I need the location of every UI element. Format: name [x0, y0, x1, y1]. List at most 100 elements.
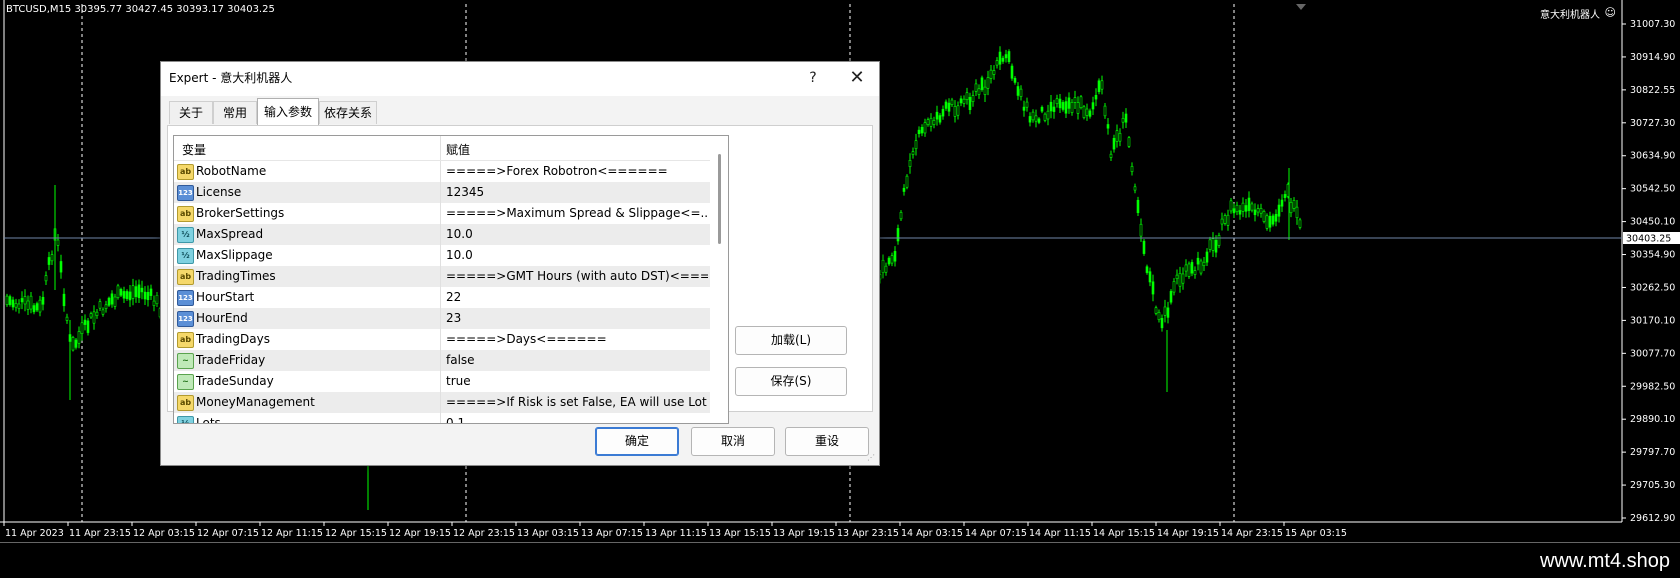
table-row[interactable]: ab BrokerSettings =====>Maximum Spread & S…	[174, 203, 710, 224]
variable-value[interactable]: true	[446, 374, 708, 388]
tab-inputs[interactable]: 输入参数	[257, 98, 319, 125]
ok-button[interactable]: 确定	[595, 427, 679, 456]
integer-type-icon: 123	[177, 185, 194, 201]
string-type-icon: ab	[177, 332, 194, 348]
time-axis-label: 13 Apr 23:15	[837, 528, 899, 539]
string-type-icon: ab	[177, 269, 194, 285]
table-row[interactable]: ~ TradeSunday true	[174, 371, 710, 392]
variable-name: HourEnd	[196, 311, 248, 325]
table-row[interactable]: 123 HourStart 22	[174, 287, 710, 308]
double-type-icon: ½	[177, 248, 194, 264]
table-row[interactable]: ab MoneyManagement =====>If Risk is set Fa…	[174, 392, 710, 413]
table-row[interactable]: ab TradingTimes =====>GMT Hours (with auto…	[174, 266, 710, 287]
variable-name: MaxSpread	[196, 227, 264, 241]
load-button[interactable]: 加载(L)	[735, 326, 847, 355]
time-axis-label: 12 Apr 15:15	[325, 528, 387, 539]
table-row[interactable]: 123 HourEnd 23	[174, 308, 710, 329]
column-header-value[interactable]: 赋值	[446, 141, 470, 158]
price-axis-label: 29890.10	[1630, 414, 1675, 425]
watermark: www.mt4.shop	[1539, 550, 1670, 572]
table-scrollbar[interactable]	[711, 136, 728, 423]
scrollbar-thumb[interactable]	[718, 154, 721, 244]
variable-value[interactable]: 10.0	[446, 227, 708, 241]
column-header-variable[interactable]: 变量	[182, 141, 206, 158]
double-type-icon: ½	[177, 416, 194, 423]
variable-value[interactable]: =====>Maximum Spread & Slippage<=...	[446, 206, 708, 220]
price-axis-label: 29982.50	[1630, 381, 1675, 392]
time-axis-label: 14 Apr 07:15	[965, 528, 1027, 539]
time-axis-label: 13 Apr 03:15	[517, 528, 579, 539]
table-row[interactable]: 123 License 12345	[174, 182, 710, 203]
time-axis-label: 14 Apr 19:15	[1157, 528, 1219, 539]
table-row[interactable]: ab TradingDays =====>Days<======	[174, 329, 710, 350]
price-axis-label: 30727.30	[1630, 118, 1675, 129]
variable-name: TradeFriday	[196, 353, 266, 367]
variable-name: HourStart	[196, 290, 255, 304]
table-row[interactable]: ½ Lots 0.1	[174, 413, 710, 423]
price-axis-label: 30822.55	[1630, 85, 1675, 96]
price-axis-label: 31007.30	[1630, 19, 1675, 30]
time-axis-label: 13 Apr 11:15	[645, 528, 707, 539]
dialog-title: Expert - 意大利机器人	[169, 71, 293, 85]
time-axis-label: 12 Apr 23:15	[453, 528, 515, 539]
variable-value[interactable]: 10.0	[446, 248, 708, 262]
bool-type-icon: ~	[177, 374, 194, 390]
time-axis-label: 14 Apr 11:15	[1029, 528, 1091, 539]
ea-name-label[interactable]: 意大利机器人	[1540, 6, 1600, 21]
cancel-button[interactable]: 取消	[691, 427, 775, 456]
price-axis-label: 29797.70	[1630, 447, 1675, 458]
price-axis-label: 30077.70	[1630, 348, 1675, 359]
price-axis-label: 30634.90	[1630, 151, 1675, 162]
time-axis-label: 13 Apr 15:15	[709, 528, 771, 539]
variable-value[interactable]: 23	[446, 311, 708, 325]
table-row[interactable]: ab RobotName =====>Forex Robotron<======	[174, 161, 710, 182]
variable-value[interactable]: false	[446, 353, 708, 367]
expert-properties-dialog: Expert - 意大利机器人 ? ✕ 关于 常用 输入参数 依存关系 变量 赋…	[160, 61, 880, 466]
dialog-titlebar[interactable]: Expert - 意大利机器人 ? ✕	[161, 62, 879, 96]
tab-common[interactable]: 常用	[213, 101, 257, 124]
variable-name: MoneyManagement	[196, 395, 315, 409]
price-axis-label: 29612.90	[1630, 513, 1675, 524]
help-button[interactable]: ?	[799, 66, 827, 90]
save-button[interactable]: 保存(S)	[735, 367, 847, 396]
price-axis-label: 29705.30	[1630, 480, 1675, 491]
time-axis-label: 12 Apr 03:15	[133, 528, 195, 539]
price-axis-label: 30262.50	[1630, 282, 1675, 293]
variable-value[interactable]: 12345	[446, 185, 708, 199]
time-axis-label: 11 Apr 2023	[5, 528, 64, 539]
time-axis-label: 13 Apr 07:15	[581, 528, 643, 539]
variable-value[interactable]: =====>Forex Robotron<======	[446, 164, 708, 178]
reset-button[interactable]: 重设	[785, 427, 869, 456]
tab-about[interactable]: 关于	[169, 101, 213, 124]
chart-symbol-info: BTCUSD,M15 30395.77 30427.45 30393.17 30…	[6, 4, 275, 15]
tab-dependencies[interactable]: 依存关系	[319, 101, 377, 124]
variable-name: TradingDays	[196, 332, 270, 346]
table-row[interactable]: ½ MaxSpread 10.0	[174, 224, 710, 245]
variable-name: License	[196, 185, 242, 199]
inputs-table[interactable]: 变量 赋值 ab RobotName =====>Forex Robotron<==…	[173, 135, 729, 424]
variable-value[interactable]: 0.1	[446, 416, 708, 423]
table-row[interactable]: ½ MaxSlippage 10.0	[174, 245, 710, 266]
time-axis-label: 14 Apr 03:15	[901, 528, 963, 539]
double-type-icon: ½	[177, 227, 194, 243]
bool-type-icon: ~	[177, 353, 194, 369]
variable-name: BrokerSettings	[196, 206, 285, 220]
variable-name: MaxSlippage	[196, 248, 273, 262]
variable-value[interactable]: =====>Days<======	[446, 332, 708, 346]
ea-status-icon: ☺	[1604, 6, 1616, 19]
variable-value[interactable]: =====>GMT Hours (with auto DST)<===...	[446, 269, 708, 283]
variable-value[interactable]: =====>If Risk is set False, EA will use …	[446, 395, 708, 409]
integer-type-icon: 123	[177, 311, 194, 327]
time-axis-label: 13 Apr 19:15	[773, 528, 835, 539]
resize-grip-icon[interactable]: ⋰	[867, 453, 877, 463]
time-axis-label: 12 Apr 11:15	[261, 528, 323, 539]
variable-value[interactable]: 22	[446, 290, 708, 304]
time-axis-label: 11 Apr 23:15	[69, 528, 131, 539]
table-row[interactable]: ~ TradeFriday false	[174, 350, 710, 371]
time-axis-label: 12 Apr 07:15	[197, 528, 259, 539]
time-axis-label: 14 Apr 23:15	[1221, 528, 1283, 539]
string-type-icon: ab	[177, 164, 194, 180]
close-button[interactable]: ✕	[843, 66, 871, 90]
table-header: 变量 赋值	[174, 136, 710, 161]
time-axis-label: 12 Apr 19:15	[389, 528, 451, 539]
